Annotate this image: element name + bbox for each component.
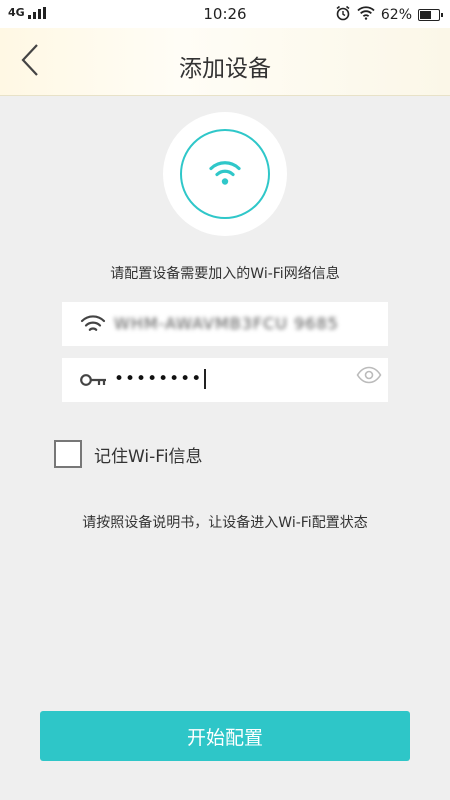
alarm-icon <box>335 5 351 25</box>
remember-checkbox[interactable] <box>54 440 82 468</box>
ssid-value: WHM-AWAVMB3FCU 9685 <box>114 314 339 333</box>
battery-percent: 62% <box>380 7 412 23</box>
wifi-status-icon <box>357 6 375 24</box>
wifi-badge-ring <box>180 129 270 219</box>
status-right: 62% <box>335 5 443 25</box>
wifi-icon <box>205 156 245 192</box>
page-title: 添加设备 <box>179 56 271 82</box>
wifi-field-icon <box>80 312 106 340</box>
config-hint: 请按照设备说明书，让设备进入Wi-Fi配置状态 <box>82 515 368 531</box>
wifi-badge <box>163 112 287 236</box>
battery-icon <box>418 9 443 21</box>
start-config-button[interactable]: 开始配置 <box>40 711 410 761</box>
ssid-field[interactable]: WHM-AWAVMB3FCU 9685 <box>62 302 388 346</box>
config-prompt: 请配置设备需要加入的Wi-Fi网络信息 <box>110 266 340 282</box>
status-bar: 4G 10:26 62% <box>0 0 450 28</box>
remember-wifi-toggle[interactable]: 记住Wi-Fi信息 <box>54 440 203 468</box>
password-value: •••••••• <box>114 369 206 389</box>
key-icon <box>80 371 108 393</box>
eye-icon[interactable] <box>356 366 382 388</box>
password-field[interactable]: •••••••• <box>62 358 388 402</box>
remember-label: 记住Wi-Fi信息 <box>94 446 203 467</box>
title-bar: 添加设备 <box>0 28 450 96</box>
